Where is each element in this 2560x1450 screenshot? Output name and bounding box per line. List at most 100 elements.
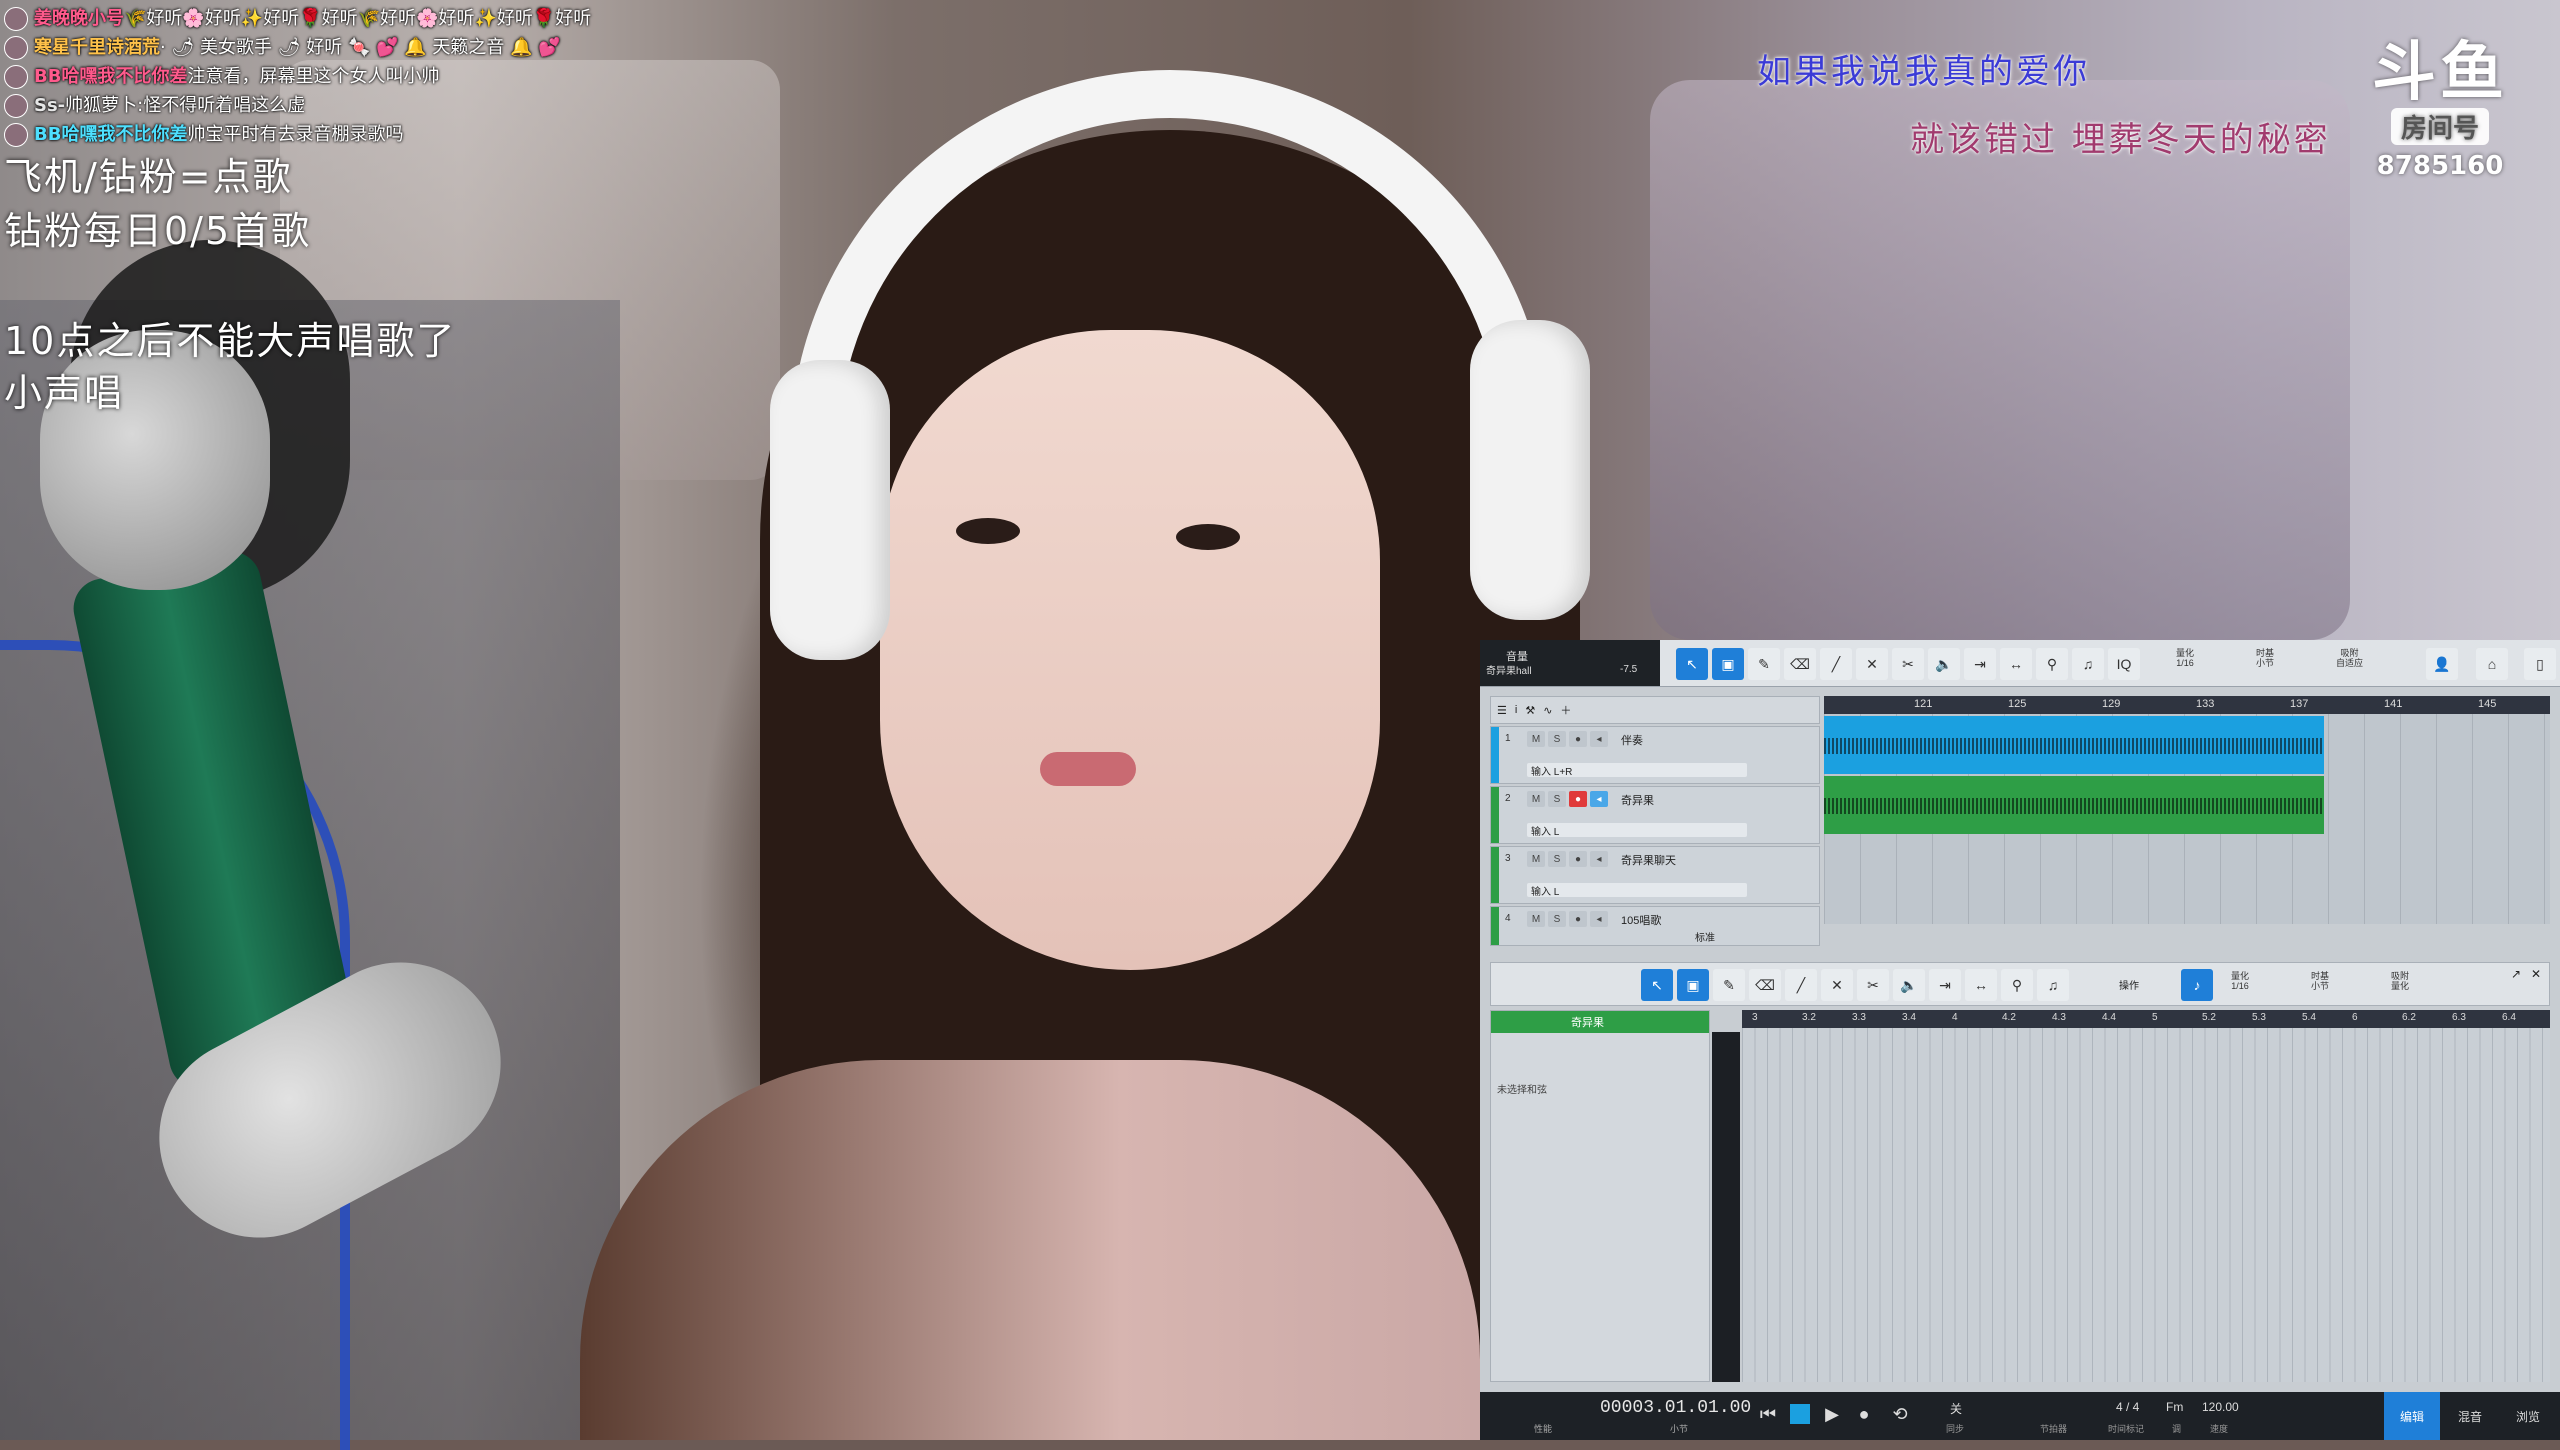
quantize-select[interactable]: 量化 1/16 (2176, 648, 2194, 668)
tab-browse[interactable]: 浏览 (2500, 1392, 2556, 1440)
zoom-tool-icon[interactable]: ⚲ (2001, 969, 2033, 1001)
timebase-select[interactable]: 时基 小节 (2256, 648, 2274, 668)
eraser-tool-icon[interactable]: ⌫ (1784, 648, 1816, 680)
quantize-label: 量化 (2176, 648, 2195, 658)
range-tool-icon[interactable]: ▣ (1677, 969, 1709, 1001)
mute-tool-icon[interactable]: ✕ (1821, 969, 1853, 1001)
play-icon[interactable]: ▶ (1820, 1402, 1844, 1426)
detach-icon[interactable]: ↗ (2511, 967, 2521, 981)
track-row[interactable]: 1 M S ● ◂ 伴奏 输入 L+R (1490, 726, 1820, 784)
ruler-tick: 129 (2102, 698, 2121, 710)
pencil-tool-icon[interactable]: ✎ (1713, 969, 1745, 1001)
stretch-tool-icon[interactable]: ↔ (1965, 969, 1997, 1001)
transport-bar: 性能 00003.01.01.00 小节 ⏮ ▶ ● ⟲ 关 同步 节拍器 4 … (1480, 1392, 2560, 1440)
solo-button[interactable]: S (1548, 731, 1566, 747)
arrange-ruler[interactable]: 121 125 129 133 137 141 145 (1824, 696, 2550, 714)
metronome-tool-icon[interactable]: ♫ (2037, 969, 2069, 1001)
key-signature[interactable]: Fm (2166, 1400, 2183, 1414)
time-signature[interactable]: 4 / 4 (2116, 1400, 2139, 1414)
arrange-view[interactable] (1824, 714, 2550, 924)
snap-select[interactable]: 吸附 自适应 (2336, 648, 2363, 668)
split-tool-icon[interactable]: ✂ (1857, 969, 1889, 1001)
audio-clip-backing[interactable] (1824, 716, 2324, 774)
split-tool-icon[interactable]: ✂ (1892, 648, 1924, 680)
avatar (4, 64, 28, 89)
loop-icon[interactable]: ⟲ (1888, 1402, 1912, 1426)
editor-timebase-select[interactable]: 时基 小节 (2311, 971, 2329, 991)
metronome-tool-icon[interactable]: ♫ (2072, 648, 2104, 680)
pencil-tool-icon[interactable]: ✎ (1748, 648, 1780, 680)
audio-clip-vocal[interactable] (1824, 776, 2324, 834)
listen-tool-icon[interactable]: 🔈 (1893, 969, 1925, 1001)
record-button[interactable]: ● (1569, 911, 1587, 927)
track-number: 4 (1505, 913, 1511, 924)
snap-value: 量化 (2391, 981, 2410, 991)
arrow-tool-icon[interactable]: ↖ (1641, 969, 1673, 1001)
home-icon[interactable]: ⌂ (2476, 648, 2508, 680)
record-icon[interactable]: ● (1852, 1402, 1876, 1426)
record-button[interactable]: ● (1569, 791, 1587, 807)
stop-icon[interactable] (1788, 1402, 1812, 1426)
track-input-select[interactable]: 标准 (1691, 929, 1751, 944)
monitor-button[interactable]: ◂ (1590, 731, 1608, 747)
menu-icon[interactable]: ☰ (1497, 704, 1507, 717)
sync-value[interactable]: 关 (1950, 1400, 1962, 1417)
operations-menu[interactable]: 操作 (2119, 977, 2139, 992)
range-tool-icon[interactable]: ▣ (1712, 648, 1744, 680)
level-meter (1712, 1032, 1740, 1382)
track-color (1491, 907, 1499, 945)
document-icon[interactable]: ▯ (2524, 648, 2556, 680)
solo-button[interactable]: S (1548, 911, 1566, 927)
track-color (1491, 727, 1499, 783)
mute-tool-icon[interactable]: ✕ (1856, 648, 1888, 680)
editor-grid[interactable] (1742, 1028, 2550, 1382)
mute-button[interactable]: M (1527, 851, 1545, 867)
track-input-select[interactable]: 输入 L (1527, 823, 1747, 838)
stretch-tool-icon[interactable]: ↔ (2000, 648, 2032, 680)
iq-button[interactable]: IQ (2108, 648, 2140, 680)
paint-tool-icon[interactable]: ╱ (1820, 648, 1852, 680)
record-button[interactable]: ● (1569, 731, 1587, 747)
record-button[interactable]: ● (1569, 851, 1587, 867)
add-track-icon[interactable]: ＋ (1560, 702, 1571, 718)
tab-edit[interactable]: 编辑 (2384, 1392, 2440, 1440)
arrow-tool-icon[interactable]: ↖ (1676, 648, 1708, 680)
track-input-select[interactable]: 输入 L+R (1527, 763, 1747, 778)
audio-edit-icon[interactable]: ♪ (2181, 969, 2213, 1001)
mute-button[interactable]: M (1527, 731, 1545, 747)
editor-quantize-select[interactable]: 量化 1/16 (2231, 971, 2249, 991)
close-icon[interactable]: ✕ (2531, 967, 2541, 981)
mute-button[interactable]: M (1527, 911, 1545, 927)
editor-ruler[interactable]: 3 3.2 3.3 3.4 4 4.2 4.3 4.4 5 5.2 5.3 5.… (1742, 1010, 2550, 1028)
editor-snap-select[interactable]: 吸附 量化 (2391, 971, 2409, 991)
track-row[interactable]: 4 M S ● ◂ 105唱歌 标准 (1490, 906, 1820, 946)
chat-username: Ss- (34, 94, 66, 116)
paint-tool-icon[interactable]: ╱ (1785, 969, 1817, 1001)
listen-tool-icon[interactable]: 🔈 (1928, 648, 1960, 680)
mute-button[interactable]: M (1527, 791, 1545, 807)
info-icon[interactable]: i (1515, 704, 1517, 716)
solo-button[interactable]: S (1548, 791, 1566, 807)
eraser-tool-icon[interactable]: ⌫ (1749, 969, 1781, 1001)
track-row[interactable]: 2 M S ● ◂ 奇异果 输入 L (1490, 786, 1820, 844)
time-display[interactable]: 00003.01.01.00 (1600, 1398, 1751, 1418)
track-input-select[interactable]: 输入 L (1527, 883, 1747, 898)
bend-tool-icon[interactable]: ⇥ (1964, 648, 1996, 680)
chat-row: 姜晚晚小号 🌾好听🌸好听✨好听🌹好听🌾好听🌸好听✨好听🌹好听 (4, 4, 591, 33)
zoom-tool-icon[interactable]: ⚲ (2036, 648, 2068, 680)
user-icon[interactable]: 👤 (2426, 648, 2458, 680)
automation-icon[interactable]: ∿ (1543, 704, 1552, 717)
track-row[interactable]: 3 M S ● ◂ 奇异果聊天 输入 L (1490, 846, 1820, 904)
wrench-icon[interactable]: ⚒ (1525, 704, 1535, 717)
monitor-button[interactable]: ◂ (1590, 851, 1608, 867)
chat-row: BB哈嘿我不比你差 注意看，屏幕里这个女人叫小帅 (4, 62, 591, 91)
bend-tool-icon[interactable]: ⇥ (1929, 969, 1961, 1001)
timebase-value: 小节 (2256, 658, 2275, 668)
monitor-button[interactable]: ◂ (1590, 791, 1608, 807)
monitor-button[interactable]: ◂ (1590, 911, 1608, 927)
tempo-value[interactable]: 120.00 (2202, 1400, 2239, 1414)
rewind-icon[interactable]: ⏮ (1756, 1402, 1780, 1426)
tab-mix[interactable]: 混音 (2442, 1392, 2498, 1440)
track-name: 105唱歌 (1621, 915, 1662, 927)
solo-button[interactable]: S (1548, 851, 1566, 867)
